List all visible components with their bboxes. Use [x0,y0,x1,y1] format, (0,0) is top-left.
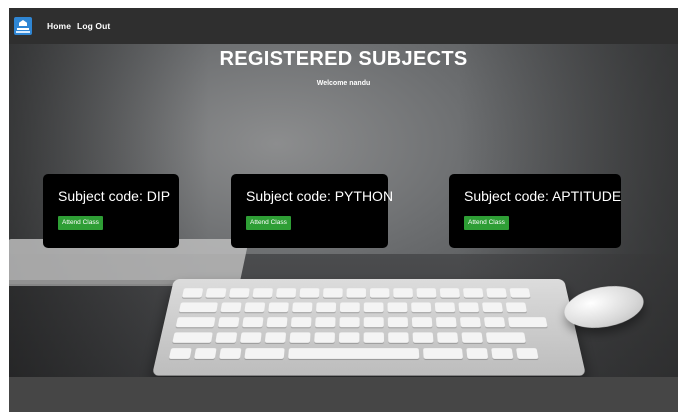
nav-links: Home Log Out [47,21,116,31]
top-navbar: Home Log Out [9,8,678,44]
welcome-text: Welcome nandu [316,80,371,87]
nav-home-link[interactable]: Home [47,21,71,31]
subject-card-dip: Subject code: DIP Attend Class [43,174,179,248]
keyboard-row [172,332,530,343]
keyboard-row [175,317,552,328]
logo-bar-shape [17,28,29,30]
logo-cap-shape [19,20,27,26]
keyboard-row [168,348,543,359]
keyboard-row [181,288,535,298]
page-frame: Home Log Out REGISTERED SUBJECTS Welcome… [9,8,678,412]
subject-title: Subject code: DIP [58,188,171,204]
attend-class-button[interactable]: Attend Class [58,216,103,230]
attend-class-button[interactable]: Attend Class [246,216,291,230]
subject-card-python: Subject code: PYTHON Attend Class [231,174,394,248]
footer [9,377,678,412]
subject-title: Subject code: APTITUDE [464,188,622,204]
page-title: REGISTERED SUBJECTS [219,48,468,70]
subject-card-aptitude: Subject code: APTITUDE Attend Class [449,174,621,248]
nav-logout-link[interactable]: Log Out [77,21,110,31]
keyboard-image [151,279,587,376]
attend-class-button[interactable]: Attend Class [464,216,509,230]
logo-text-shape [16,31,30,33]
subject-title: Subject code: PYTHON [246,188,394,204]
school-logo-icon[interactable] [14,17,32,35]
keyboard-row [178,302,531,313]
